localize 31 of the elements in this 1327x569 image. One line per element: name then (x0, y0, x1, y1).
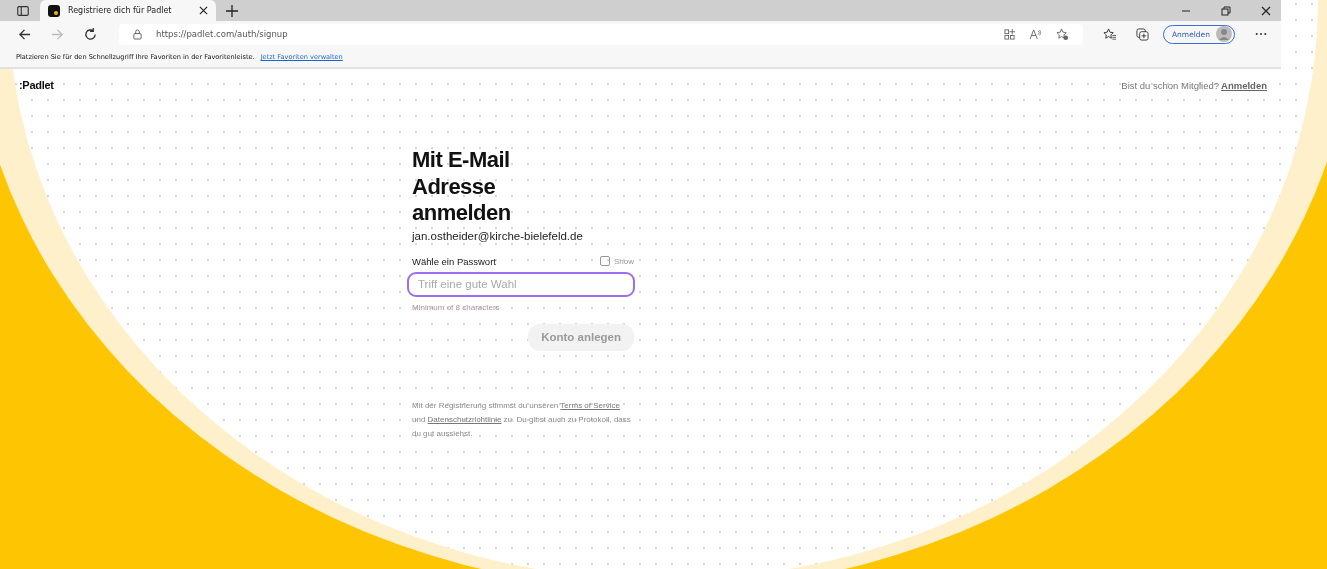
lock-icon (133, 28, 142, 40)
login-link[interactable]: Anmelden (1221, 79, 1267, 91)
member-prompt: Bist du schon Mitglied? (1121, 79, 1220, 91)
favorites-icon[interactable] (1102, 27, 1116, 41)
password-hint: Minimum of 8 characters (412, 302, 501, 312)
back-arrow-icon[interactable] (18, 27, 31, 41)
legal-notice: Mit der Registrierung stimmst du unseren Terms of Service und Datenschutzrichtlinie zu. Du gibst auch zu Protokoll, dass du gut aussiehst. (412, 399, 632, 440)
padlet-favicon-icon (48, 4, 60, 17)
close-icon[interactable] (1261, 5, 1271, 16)
more-icon[interactable] (1255, 32, 1267, 36)
new-tab-icon[interactable] (226, 4, 238, 17)
read-aloud-icon[interactable] (1028, 28, 1042, 40)
tab-actions-icon[interactable] (16, 3, 30, 18)
restore-icon[interactable] (1221, 5, 1231, 16)
apps-icon[interactable] (1003, 28, 1015, 40)
close-icon[interactable] (199, 6, 208, 15)
address-bar[interactable]: https://padlet.com/auth/signup (119, 23, 1083, 45)
reload-icon[interactable] (84, 27, 97, 41)
collections-icon[interactable] (1135, 27, 1149, 41)
show-password-checkbox[interactable] (600, 256, 610, 266)
form-title: Mit E-Mail Adresse anmelden (412, 147, 512, 227)
avatar-icon (1216, 26, 1232, 42)
legal-link[interactable]: Terms of Service (560, 400, 620, 410)
padlet-logo[interactable]: :Padlet (19, 79, 54, 91)
password-label: Wähle ein Passwort (412, 255, 496, 267)
password-field[interactable]: Triff eine gute Wahl (407, 271, 635, 297)
add-favorite-icon[interactable] (1055, 27, 1069, 41)
email-address: jan.ostheider@kirche-bielefeld.de (412, 229, 584, 242)
show-password-label[interactable]: Show (614, 256, 634, 266)
legal-link[interactable]: Datenschutzrichtlinie (427, 414, 502, 424)
browser-tab[interactable]: Registriere dich für Padlet (40, 0, 216, 21)
